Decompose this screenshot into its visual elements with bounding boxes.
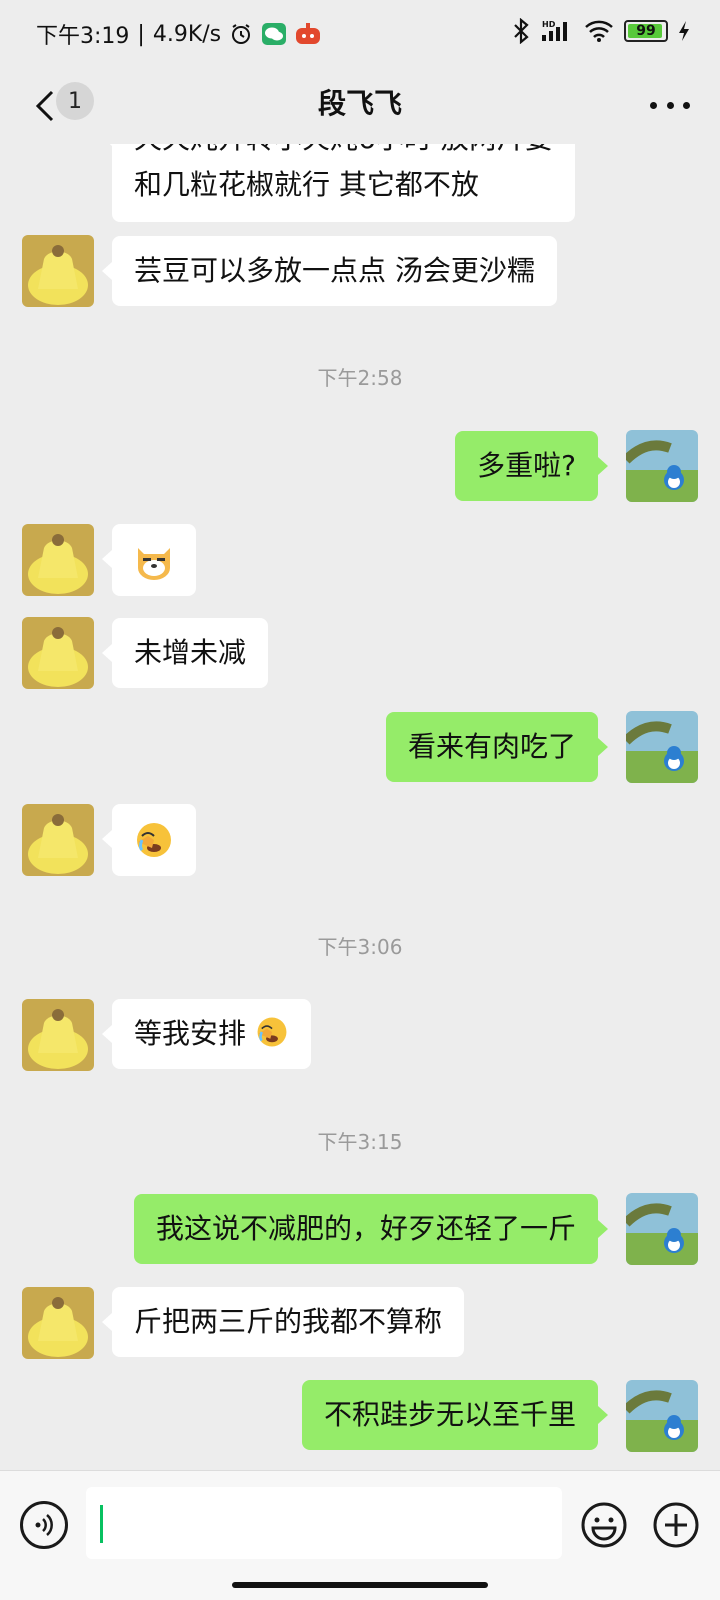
message-bubble-incoming[interactable]: 芸豆可以多放一点点 汤会更沙糯 xyxy=(102,236,557,306)
message-text: 斤把两三斤的我都不算称 xyxy=(134,1305,443,1338)
doge-emoji-icon xyxy=(138,548,170,580)
more-options-button[interactable] xyxy=(650,90,690,120)
chat-title: 段飞飞 xyxy=(317,87,402,120)
network-speed: 4.9K/s xyxy=(152,21,222,47)
message-bubble-incoming[interactable]: 等我安排 xyxy=(102,999,311,1069)
message-bubble-incoming[interactable] xyxy=(102,524,196,596)
input-bar xyxy=(0,1470,720,1600)
dot-icon xyxy=(666,101,674,109)
message-bubble-outgoing[interactable]: 我这说不减肥的，好歹还轻了一斤 xyxy=(133,1194,609,1264)
message-text: 未增未减 xyxy=(134,636,247,669)
timestamp: 下午2:58 xyxy=(317,366,403,390)
facepalm-emoji-icon xyxy=(257,1017,287,1047)
alarm-icon xyxy=(232,24,251,44)
message-input[interactable] xyxy=(86,1487,562,1559)
message-list[interactable]: 天天炖开转小火炖6小时 放两片姜 和几粒花椒就行 其它都不放 芸豆可以多放一点点… xyxy=(0,144,720,1470)
signal-icon: HD xyxy=(542,20,567,41)
contact-avatar[interactable] xyxy=(22,235,94,307)
battery-icon: 99 xyxy=(624,20,668,42)
app-icon xyxy=(296,23,321,44)
emoji-button-icon[interactable] xyxy=(580,1501,628,1549)
my-avatar[interactable] xyxy=(626,1380,698,1452)
message-text: 不积跬步无以至千里 xyxy=(323,1398,576,1431)
dot-icon xyxy=(683,101,690,109)
contact-avatar[interactable] xyxy=(22,999,94,1071)
status-bar: 下午3:19 | 4.9K/s HD 99 xyxy=(0,0,720,64)
message-text: 芸豆可以多放一点点 汤会更沙糯 xyxy=(134,254,535,287)
message-text-line: 天天炖开转小火炖6小时 放两片姜 xyxy=(134,144,553,162)
message-bubble-outgoing[interactable]: 不积跬步无以至千里 xyxy=(301,1380,609,1450)
wechat-icon xyxy=(262,23,287,45)
svg-text:HD: HD xyxy=(542,20,556,29)
status-divider: | xyxy=(137,21,145,47)
facepalm-emoji-icon xyxy=(137,823,171,857)
contact-avatar[interactable] xyxy=(22,1287,94,1359)
message-bubble-outgoing[interactable]: 看来有肉吃了 xyxy=(385,712,609,782)
bluetooth-icon xyxy=(514,18,529,44)
timestamp: 下午3:06 xyxy=(317,935,403,959)
voice-input-button[interactable] xyxy=(20,1501,68,1549)
message-bubble-outgoing[interactable]: 多重啦? xyxy=(455,431,608,501)
timestamp: 下午3:15 xyxy=(317,1130,403,1154)
message-text: 等我安排 xyxy=(134,1017,247,1050)
voice-icon xyxy=(35,1514,53,1536)
message-bubble-incoming[interactable]: 未增未减 xyxy=(101,618,269,688)
my-avatar[interactable] xyxy=(626,430,698,502)
battery-level: 99 xyxy=(636,23,656,39)
text-cursor xyxy=(100,1505,103,1543)
more-functions-plus-icon[interactable] xyxy=(652,1501,700,1549)
contact-avatar[interactable] xyxy=(22,617,94,689)
message-text: 看来有肉吃了 xyxy=(407,730,576,763)
dot-icon xyxy=(650,101,657,109)
status-right: HD 99 xyxy=(512,18,690,44)
message-bubble-incoming[interactable] xyxy=(102,804,196,876)
status-left: 下午3:19 | 4.9K/s xyxy=(36,18,321,50)
contact-avatar[interactable] xyxy=(22,524,94,596)
status-time: 下午3:19 xyxy=(36,24,130,49)
my-avatar[interactable] xyxy=(626,1193,698,1265)
wifi-icon xyxy=(585,20,613,42)
message-text-line: 和几粒花椒就行 其它都不放 xyxy=(134,168,479,201)
contact-avatar[interactable] xyxy=(22,804,94,876)
message-text: 多重啦? xyxy=(477,449,576,482)
my-avatar[interactable] xyxy=(626,711,698,783)
charging-icon xyxy=(679,21,689,41)
message-bubble-incoming[interactable]: 天天炖开转小火炖6小时 放两片姜 和几粒花椒就行 其它都不放 xyxy=(102,144,575,222)
chat-header: 1 段飞飞 xyxy=(0,64,720,144)
message-bubble-incoming[interactable]: 斤把两三斤的我都不算称 xyxy=(101,1287,465,1357)
message-text: 我这说不减肥的，好歹还轻了一斤 xyxy=(155,1212,576,1245)
home-indicator[interactable] xyxy=(232,1582,488,1588)
